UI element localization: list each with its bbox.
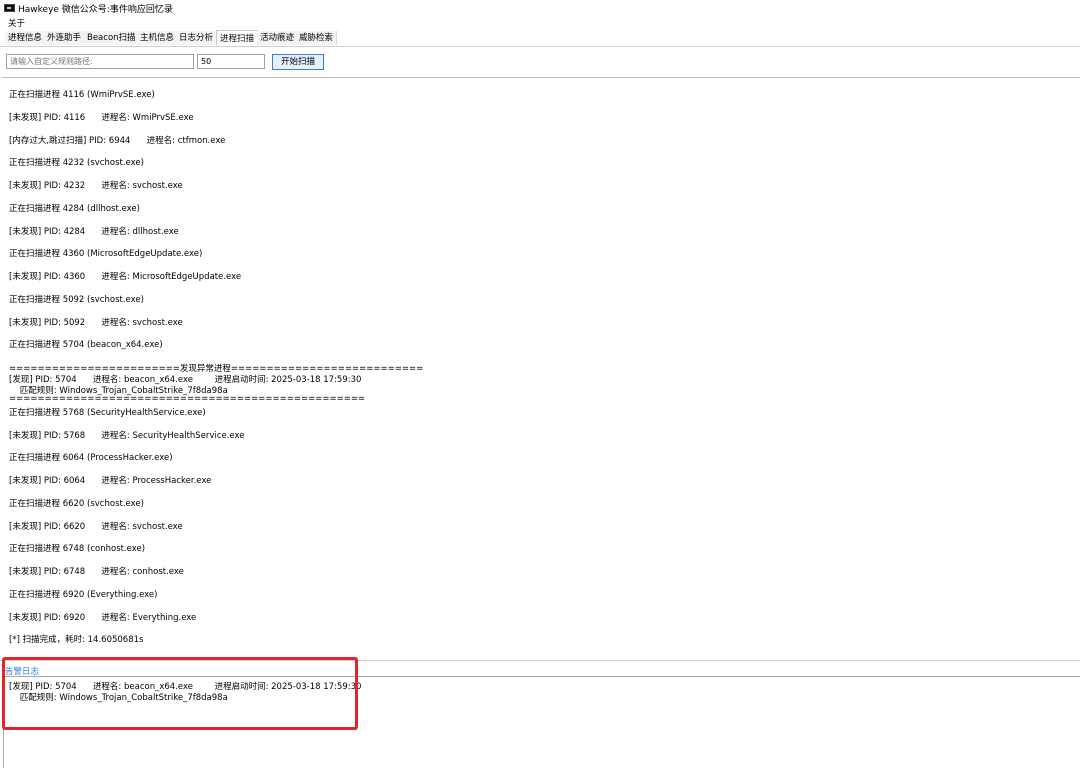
rule-path-input[interactable] [6, 54, 194, 69]
log-line: 正在扫描进程 4284 (dllhost.exe) [9, 204, 140, 214]
scan-complete-line: [*] 扫描完成，耗时: 14.6050681s [9, 635, 144, 645]
log-line: 正在扫描进程 6748 (conhost.exe) [9, 544, 146, 554]
tab-beacon-scan[interactable]: Beacon扫描 [84, 31, 140, 45]
separator-line: ========================================… [9, 394, 366, 404]
log-line: [未发现] PID: 4360 进程名: MicrosoftEdgeUpdate… [9, 272, 242, 282]
tab-process-scan[interactable]: 进程扫描 [216, 30, 259, 46]
window-title: Hawkeye 微信公众号:事件响应回忆录 [18, 5, 173, 15]
log-line: [未发现] PID: 6920 进程名: Everything.exe [9, 613, 197, 623]
log-line: 正在扫描进程 5768 (SecurityHealthService.exe) [9, 408, 206, 418]
log-line: 正在扫描进程 6920 (Everything.exe) [9, 590, 158, 600]
log-line: [未发现] PID: 6620 进程名: svchost.exe [9, 522, 183, 532]
log-line: 正在扫描进程 4232 (svchost.exe) [9, 158, 144, 168]
log-line: [未发现] PID: 6064 进程名: ProcessHacker.exe [9, 476, 212, 486]
tab-external-helper[interactable]: 外连助手 [44, 31, 86, 45]
tab-host-info[interactable]: 主机信息 [137, 31, 179, 45]
log-line: 正在扫描进程 5092 (svchost.exe) [9, 295, 144, 305]
log-line: 正在扫描进程 6064 (ProcessHacker.exe) [9, 453, 173, 463]
log-line: [未发现] PID: 4284 进程名: dllhost.exe [9, 227, 179, 237]
scan-log-pane[interactable]: 正在扫描进程 4116 (WmiPrvSE.exe) [未发现] PID: 41… [2, 77, 1080, 660]
log-line: [未发现] PID: 5768 进程名: SecurityHealthServi… [9, 431, 245, 441]
log-line: [未发现] PID: 4116 进程名: WmiPrvSE.exe [9, 113, 194, 123]
title-bar: Hawkeye 微信公众号:事件响应回忆录 [0, 0, 1080, 16]
log-line: [未发现] PID: 6748 进程名: conhost.exe [9, 567, 184, 577]
annotation-highlight-box [2, 657, 358, 730]
log-line: 正在扫描进程 4360 (MicrosoftEdgeUpdate.exe) [9, 249, 203, 259]
start-scan-button[interactable]: 开始扫描 [272, 54, 324, 70]
log-line: 正在扫描进程 4116 (WmiPrvSE.exe) [9, 90, 155, 100]
tab-threat-search[interactable]: 威胁检索 [296, 31, 338, 45]
log-line: [未发现] PID: 5092 进程名: svchost.exe [9, 318, 183, 328]
tab-bar: 进程信息 外连助手 Beacon扫描 主机信息 日志分析 进程扫描 活动痕迹 威… [0, 30, 1080, 47]
app-icon [4, 4, 15, 12]
log-line: 正在扫描进程 5704 (beacon_x64.exe) [9, 340, 163, 350]
tab-activity-traces[interactable]: 活动痕迹 [257, 31, 299, 45]
menu-item-about[interactable]: 关于 [8, 17, 25, 29]
tab-log-analysis[interactable]: 日志分析 [176, 31, 218, 45]
menu-bar: 关于 [0, 16, 1080, 29]
log-line: [内存过大,跳过扫描] PID: 6944 进程名: ctfmon.exe [9, 136, 226, 146]
tab-process-info[interactable]: 进程信息 [5, 31, 47, 45]
log-line: [未发现] PID: 4232 进程名: svchost.exe [9, 181, 183, 191]
thread-count-input[interactable] [197, 54, 265, 69]
log-line: 正在扫描进程 6620 (svchost.exe) [9, 499, 144, 509]
